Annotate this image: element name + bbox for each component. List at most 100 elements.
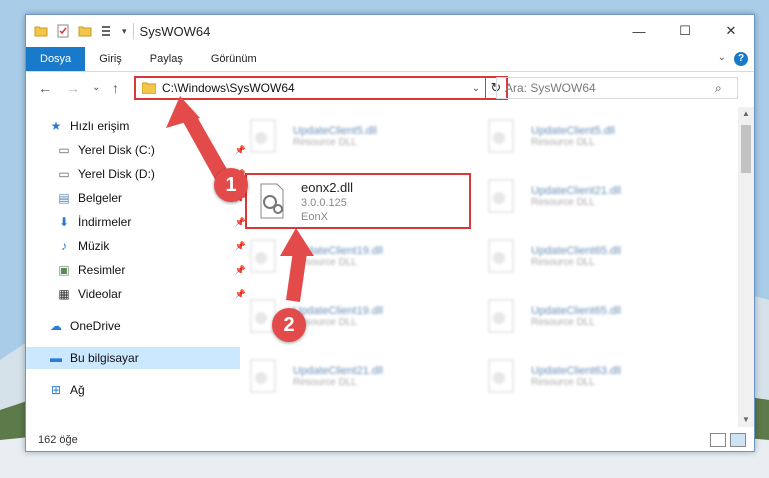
sidebar-item-label: Videolar	[78, 287, 122, 301]
window-title: SysWOW64	[139, 23, 211, 39]
tab-view[interactable]: Görünüm	[197, 47, 271, 71]
file-name: UpdateClient21.dll	[293, 364, 383, 377]
up-button[interactable]: ↑	[112, 80, 119, 96]
tab-file[interactable]: Dosya	[26, 47, 86, 71]
title-bar: ▾ SysWOW64 — ☐ ✕	[26, 15, 754, 47]
sidebar-item-label: Yerel Disk (C:)	[78, 143, 155, 157]
file-name: UpdateClient63.dll	[531, 364, 621, 377]
file-list: UpdateClient5.dll Resource DLL UpdateClie…	[231, 107, 738, 427]
tab-share[interactable]: Paylaş	[136, 47, 197, 71]
file-name: eonx2.dll	[301, 179, 354, 195]
chevron-down-icon[interactable]: ▾	[122, 26, 127, 37]
dll-file-icon	[250, 239, 276, 273]
file-name: UpdateClient5.dll	[531, 124, 615, 137]
maximize-button[interactable]: ☐	[662, 15, 708, 47]
sidebar-item-network[interactable]: ⊞ Ağ	[26, 379, 240, 401]
details-view-icon[interactable]	[710, 433, 726, 447]
file-type: Resource DLL	[531, 376, 595, 388]
back-button[interactable]: ←	[38, 80, 52, 96]
item-count: 162 öğe	[38, 434, 78, 446]
step-marker-1: 1	[214, 168, 248, 202]
drive-icon: ▭	[58, 167, 70, 181]
scroll-up-icon[interactable]: ▲	[738, 107, 754, 121]
sidebar-item-label: OneDrive	[70, 319, 121, 333]
sidebar-item-downloads[interactable]: ⬇ İndirmeler 📌	[26, 211, 248, 233]
folder-icon[interactable]	[34, 24, 48, 38]
sidebar-item-label: Yerel Disk (D:)	[78, 167, 155, 181]
close-button[interactable]: ✕	[708, 15, 754, 47]
properties-icon[interactable]	[56, 24, 70, 38]
file-type: Resource DLL	[293, 376, 357, 388]
dll-file-icon	[250, 119, 276, 153]
search-input[interactable]: Ara: SysWOW64	[497, 81, 715, 95]
file-version: 3.0.0.125	[301, 196, 347, 209]
file-company: EonX	[301, 210, 328, 223]
search-icon[interactable]: ⌕	[715, 81, 737, 96]
highlighted-file-tile[interactable]: eonx2.dll 3.0.0.125 EonX	[245, 173, 471, 229]
file-tile[interactable]: UpdateClient65.dll Resource DLL	[483, 233, 713, 279]
window-controls: — ☐ ✕	[616, 15, 754, 47]
search-box[interactable]: Ara: SysWOW64 ⌕	[496, 77, 738, 99]
file-name: UpdateClient65.dll	[531, 304, 621, 317]
scrollbar-thumb[interactable]	[741, 125, 751, 173]
navigation-bar: ← → ⌄ ↑ C:\Windows\SysWOW64 ⌄ ↻ Ara: Sys…	[26, 72, 754, 106]
file-type: Resource DLL	[293, 316, 357, 328]
ribbon-tabs: Dosya Giriş Paylaş Görünüm ⌄ ?	[26, 47, 754, 72]
file-tile[interactable]: UpdateClient65.dll Resource DLL	[483, 293, 713, 339]
step-marker-2: 2	[272, 308, 306, 342]
forward-button[interactable]: →	[66, 80, 80, 96]
dll-file-icon	[488, 299, 514, 333]
file-tile[interactable]: UpdateClient63.dll Resource DLL	[483, 353, 713, 399]
file-name: UpdateClient5.dll	[293, 124, 377, 137]
tab-home[interactable]: Giriş	[85, 47, 136, 71]
sidebar-item-disk-c[interactable]: ▭ Yerel Disk (C:) 📌	[26, 139, 248, 161]
dll-file-icon	[488, 239, 514, 273]
address-path[interactable]: C:\Windows\SysWOW64	[162, 81, 467, 95]
quick-access-toolbar: ▾	[26, 24, 127, 38]
sidebar-item-quick-access[interactable]: ★ Hızlı erişim	[26, 115, 240, 137]
file-tile[interactable]: UpdateClient5.dll Resource DLL	[483, 113, 713, 159]
sidebar-item-pictures[interactable]: ▣ Resimler 📌	[26, 259, 248, 281]
sidebar-item-videos[interactable]: ▦ Videolar 📌	[26, 283, 248, 305]
sidebar-item-onedrive[interactable]: ☁ OneDrive	[26, 315, 240, 337]
recent-locations-button[interactable]: ⌄	[92, 82, 100, 93]
scroll-down-icon[interactable]: ▼	[738, 413, 754, 427]
status-bar: 162 öğe	[26, 429, 754, 451]
sidebar-item-label: Hızlı erişim	[70, 119, 130, 133]
customize-toolbar-icon[interactable]	[100, 24, 114, 38]
file-type: Resource DLL	[531, 316, 595, 328]
sidebar-item-label: İndirmeler	[78, 215, 132, 229]
star-icon: ★	[50, 119, 62, 133]
address-dropdown-icon[interactable]: ⌄	[467, 83, 485, 94]
file-type: Resource DLL	[531, 136, 595, 148]
file-tile[interactable]: UpdateClient21.dll Resource DLL	[245, 353, 475, 399]
file-name: UpdateClient19.dll	[293, 304, 383, 317]
sidebar-item-label: Belgeler	[78, 191, 123, 205]
file-type: Resource DLL	[293, 136, 357, 148]
dll-file-icon	[250, 359, 276, 393]
file-type: Resource DLL	[531, 256, 595, 268]
file-type: Resource DLL	[293, 256, 357, 268]
large-icons-view-icon[interactable]	[730, 433, 746, 447]
sidebar-item-music[interactable]: ♪ Müzik 📌	[26, 235, 248, 257]
help-icon[interactable]: ?	[734, 52, 748, 66]
expand-ribbon-icon[interactable]: ⌄	[718, 52, 726, 63]
sidebar-item-label: Müzik	[78, 239, 110, 253]
file-tile[interactable]: UpdateClient5.dll Resource DLL	[245, 113, 475, 159]
sidebar-item-label: Bu bilgisayar	[70, 351, 139, 365]
file-tile[interactable]: UpdateClient19.dll Resource DLL	[245, 233, 475, 279]
dll-file-icon	[488, 179, 514, 213]
new-folder-icon[interactable]	[78, 24, 92, 38]
title-separator	[132, 23, 134, 39]
sidebar-item-this-pc[interactable]: ▬ Bu bilgisayar	[26, 347, 240, 369]
file-name: UpdateClient19.dll	[293, 244, 383, 257]
minimize-button[interactable]: —	[616, 15, 662, 47]
file-name: UpdateClient65.dll	[531, 244, 621, 257]
file-type: Resource DLL	[531, 196, 595, 208]
navigation-pane: ★ Hızlı erişim ▭ Yerel Disk (C:) 📌 ▭ Yer…	[26, 107, 246, 427]
dll-file-icon	[488, 359, 514, 393]
address-bar[interactable]: C:\Windows\SysWOW64 ⌄ ↻	[134, 76, 508, 100]
vertical-scrollbar[interactable]: ▲ ▼	[738, 107, 754, 427]
view-switcher	[710, 433, 746, 447]
file-tile[interactable]: UpdateClient21.dll Resource DLL	[483, 173, 713, 219]
